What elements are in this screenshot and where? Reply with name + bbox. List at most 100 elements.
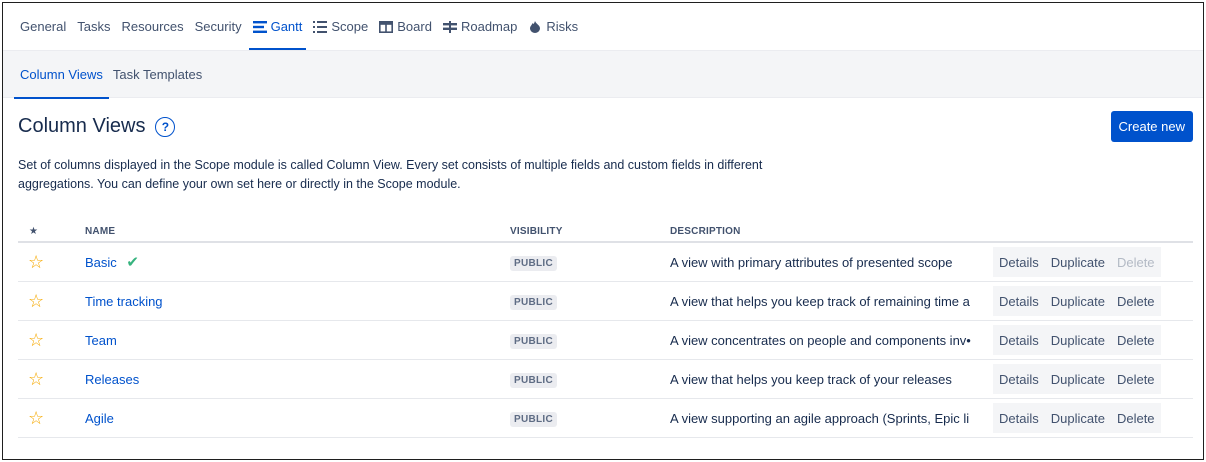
table-row: ☆ Agile PUBLIC A view supporting an agil… [18,399,1193,438]
duplicate-button[interactable]: Duplicate [1044,325,1111,355]
view-name-link[interactable]: Team [85,333,117,348]
view-name-link[interactable]: Time tracking [85,294,163,309]
view-name-link[interactable]: Releases [85,372,139,387]
tab-label: General [20,19,67,34]
description-cell: A view that helps you keep track of your… [670,371,952,387]
details-button[interactable]: Details [993,247,1045,277]
app-frame: General Tasks Resources Security Gantt S… [2,2,1204,460]
star-icon[interactable]: ☆ [28,408,44,428]
actions-cell: Details Duplicate Delete [993,403,1193,433]
delete-button[interactable]: Delete [1110,403,1161,433]
column-views-table: ★ NAME VISIBILITY DESCRIPTION ☆ Basic ✔ … [18,221,1193,438]
top-navigation: General Tasks Resources Security Gantt S… [3,3,1203,50]
duplicate-button[interactable]: Duplicate [1044,364,1111,394]
tab-board[interactable]: Board [379,3,432,50]
star-icon[interactable]: ☆ [28,252,44,272]
tab-label: Resources [121,19,184,34]
board-icon [379,20,394,33]
star-icon[interactable]: ☆ [28,291,44,311]
table-row: ☆ Basic ✔ PUBLIC A view with primary att… [18,243,1193,282]
description-cell: A view with primary attributes of presen… [670,254,953,270]
star-icon[interactable]: ☆ [28,369,44,389]
details-button[interactable]: Details [993,364,1045,394]
view-name-link[interactable]: Agile [85,411,114,426]
actions-cell: Details Duplicate Delete [993,247,1193,277]
visibility-cell: PUBLIC [510,332,670,349]
visibility-badge: PUBLIC [510,411,558,427]
favorite-cell: ☆ [18,370,85,388]
name-cell: Releases [85,372,510,387]
visibility-column-header[interactable]: VISIBILITY [510,226,670,237]
visibility-badge: PUBLIC [510,294,558,310]
table-header: ★ NAME VISIBILITY DESCRIPTION [18,221,1193,243]
gantt-icon [252,20,267,33]
duplicate-button[interactable]: Duplicate [1044,286,1111,316]
create-new-button[interactable]: Create new [1110,111,1193,142]
flame-icon [530,20,541,33]
favorite-cell: ☆ [18,253,85,271]
actions-cell: Details Duplicate Delete [993,325,1193,355]
sub-navigation: Column Views Task Templates [3,50,1203,99]
tab-roadmap[interactable]: Roadmap [442,3,518,50]
description-cell: A view concentrates on people and compon… [670,332,971,348]
signpost-icon [442,20,457,33]
name-cell: Time tracking [85,294,510,309]
duplicate-button[interactable]: Duplicate [1044,403,1111,433]
delete-button[interactable]: Delete [1110,364,1161,394]
description-cell: A view supporting an agile approach (Spr… [670,410,970,426]
details-button[interactable]: Details [993,325,1045,355]
name-cell: Team [85,333,510,348]
duplicate-button[interactable]: Duplicate [1044,247,1111,277]
tab-label: Board [397,19,432,34]
page-title-text: Column Views [18,115,146,137]
favorite-cell: ☆ [18,292,85,310]
star-icon[interactable]: ☆ [28,330,44,350]
description-cell: A view that helps you keep track of rema… [670,293,970,309]
page-description: Set of columns displayed in the Scope mo… [18,158,763,191]
name-cell: Basic ✔ [85,253,510,271]
visibility-cell: PUBLIC [510,293,670,310]
tab-scope[interactable]: Scope [313,3,368,50]
table-row: ☆ Team PUBLIC A view concentrates on peo… [18,321,1193,360]
favorite-cell: ☆ [18,331,85,349]
delete-button[interactable]: Delete [1110,325,1161,355]
table-row: ☆ Time tracking PUBLIC A view that helps… [18,282,1193,321]
table-row: ☆ Releases PUBLIC A view that helps you … [18,360,1193,399]
name-column-header[interactable]: NAME [85,226,510,237]
tab-task-templates[interactable]: Task Templates [113,50,202,98]
visibility-cell: PUBLIC [510,410,670,427]
actions-cell: Details Duplicate Delete [993,286,1193,316]
view-name-link[interactable]: Basic [85,255,117,270]
visibility-badge: PUBLIC [510,372,558,388]
page-title: Column Views ? [18,115,176,138]
tab-label: Security [194,19,242,34]
delete-button[interactable]: Delete [1110,286,1161,316]
description-column-header[interactable]: DESCRIPTION [670,226,993,237]
tab-label: Gantt [270,19,303,34]
tab-column-views[interactable]: Column Views [14,50,109,99]
visibility-cell: PUBLIC [510,371,670,388]
visibility-badge: PUBLIC [510,255,558,271]
table-body: ☆ Basic ✔ PUBLIC A view with primary att… [18,243,1193,438]
tab-resources[interactable]: Resources [121,3,183,50]
visibility-cell: PUBLIC [510,254,670,271]
star-column-header[interactable]: ★ [18,226,85,237]
details-button[interactable]: Details [993,286,1045,316]
tab-label: Roadmap [460,19,518,34]
tab-general[interactable]: General [20,3,66,50]
tab-risks[interactable]: Risks [528,3,578,50]
tab-label: Tasks [77,19,111,34]
tab-label: Risks [546,19,579,34]
delete-button: Delete [1110,247,1161,277]
actions-cell: Details Duplicate Delete [993,364,1193,394]
help-icon[interactable]: ? [155,116,176,137]
favorite-cell: ☆ [18,409,85,427]
tab-tasks[interactable]: Tasks [77,3,110,50]
tab-label: Scope [331,19,369,34]
name-cell: Agile [85,411,510,426]
tab-gantt[interactable]: Gantt [248,3,307,50]
tab-security[interactable]: Security [195,3,242,50]
details-button[interactable]: Details [993,403,1045,433]
list-icon [313,20,328,33]
visibility-badge: PUBLIC [510,333,558,349]
